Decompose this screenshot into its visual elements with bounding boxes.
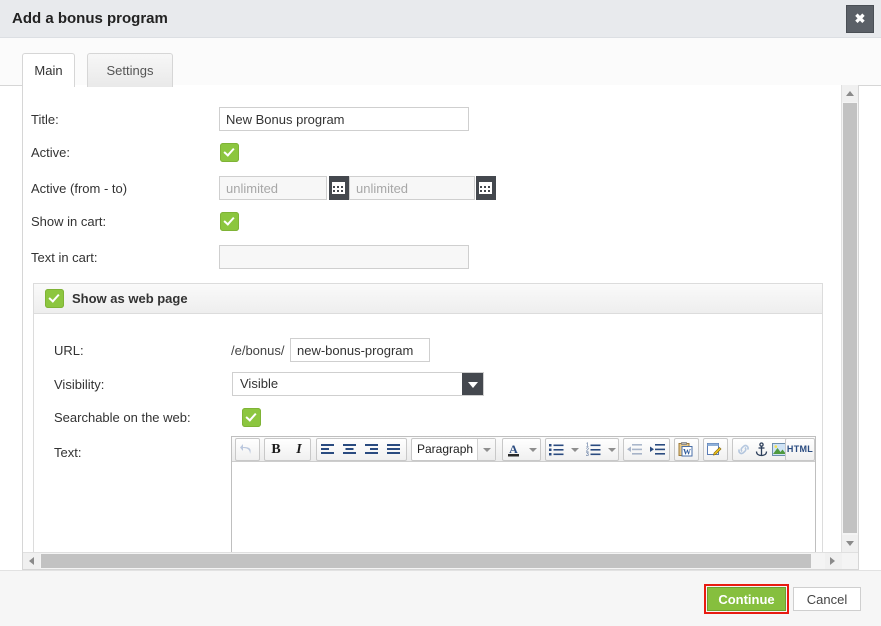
date-to-input[interactable] xyxy=(349,176,475,200)
active-range-label: Active (from - to) xyxy=(31,181,128,196)
dialog-titlebar: Add a bonus program ✖ xyxy=(0,0,881,38)
tab-settings[interactable]: Settings xyxy=(87,53,173,87)
html-source-button[interactable]: HTML xyxy=(786,439,814,460)
horizontal-scrollbar[interactable] xyxy=(23,552,858,569)
toolbar-group-color: A xyxy=(502,438,541,461)
edit-source-icon[interactable] xyxy=(704,439,726,460)
text-color-dropdown-icon[interactable] xyxy=(526,439,539,460)
show-in-cart-checkbox[interactable] xyxy=(220,212,239,231)
text-color-icon[interactable]: A xyxy=(503,439,525,460)
toolbar-group-paste: W xyxy=(674,438,699,461)
vertical-scroll-thumb[interactable] xyxy=(843,103,857,533)
tab-strip: Main Settings xyxy=(0,38,881,88)
url-slug-input[interactable] xyxy=(290,338,430,362)
text-label: Text: xyxy=(54,445,82,460)
active-label: Active: xyxy=(31,145,71,160)
form-content: Title: Active: Active (from - to) xyxy=(23,85,842,552)
web-page-section-header: Show as web page xyxy=(34,284,822,314)
cancel-button[interactable]: Cancel xyxy=(793,587,861,611)
indent-icon[interactable] xyxy=(647,439,669,460)
align-right-icon[interactable] xyxy=(361,439,383,460)
italic-icon[interactable]: I xyxy=(288,439,310,460)
show-in-cart-label: Show in cart: xyxy=(31,214,107,229)
toolbar-group-source xyxy=(703,438,728,461)
show-as-web-page-label: Show as web page xyxy=(72,291,188,306)
svg-text:W: W xyxy=(683,448,691,457)
close-button[interactable]: ✖ xyxy=(846,5,874,33)
toolbar-group-align xyxy=(316,438,407,461)
paste-from-word-icon[interactable]: W xyxy=(675,439,697,460)
calendar-from-icon[interactable] xyxy=(329,176,349,200)
visibility-label: Visibility: xyxy=(54,377,105,392)
scroll-down-icon[interactable] xyxy=(842,535,858,552)
bold-icon[interactable]: B xyxy=(265,439,287,460)
svg-text:3: 3 xyxy=(586,452,589,457)
toolbar-group-indent xyxy=(623,438,670,461)
continue-button[interactable]: Continue xyxy=(707,587,786,611)
toolbar-group-lists: 123 xyxy=(545,438,619,461)
svg-text:A: A xyxy=(509,442,518,456)
align-left-icon[interactable] xyxy=(317,439,339,460)
bullet-list-dropdown-icon[interactable] xyxy=(568,439,581,460)
scroll-left-icon[interactable] xyxy=(23,553,40,569)
url-prefix: /e/bonus/ xyxy=(231,343,285,358)
date-from-input[interactable] xyxy=(219,176,327,200)
numbered-list-dropdown-icon[interactable] xyxy=(605,439,618,460)
text-in-cart-label: Text in cart: xyxy=(31,250,98,265)
align-justify-icon[interactable] xyxy=(383,439,405,460)
searchable-checkbox[interactable] xyxy=(242,408,261,427)
undo-icon[interactable] xyxy=(236,439,258,460)
url-label: URL: xyxy=(54,343,84,358)
editor-toolbar: B I Paragraph A 1 2 3 W HTML xyxy=(232,437,815,462)
tab-settings-label: Settings xyxy=(106,63,154,78)
title-input[interactable] xyxy=(219,107,469,131)
text-in-cart-input[interactable] xyxy=(219,245,469,269)
vertical-scrollbar[interactable] xyxy=(841,85,858,552)
form-panel: Title: Active: Active (from - to) xyxy=(22,85,859,570)
toolbar-group-style: B I xyxy=(264,438,311,461)
searchable-label: Searchable on the web: xyxy=(54,410,191,425)
numbered-list-icon[interactable]: 123 xyxy=(583,439,605,460)
rich-text-editor: B I Paragraph A 1 2 3 W HTML xyxy=(231,436,816,552)
outdent-icon[interactable] xyxy=(624,439,646,460)
align-center-icon[interactable] xyxy=(339,439,361,460)
editor-content-area[interactable] xyxy=(232,463,815,552)
format-select-value: Paragraph xyxy=(417,442,474,456)
visibility-selected-value: Visible xyxy=(240,376,279,391)
toolbar-group-history xyxy=(235,438,260,461)
dialog-title: Add a bonus program xyxy=(12,10,168,27)
tab-main-label: Main xyxy=(34,63,63,78)
format-select[interactable]: Paragraph xyxy=(411,438,496,461)
scroll-right-icon[interactable] xyxy=(825,553,842,569)
chevron-down-icon[interactable] xyxy=(462,373,483,395)
horizontal-scroll-thumb[interactable] xyxy=(41,554,811,568)
calendar-to-icon[interactable] xyxy=(476,176,496,200)
active-checkbox[interactable] xyxy=(220,143,239,162)
chevron-down-icon[interactable] xyxy=(477,439,495,460)
toolbar-group-html: HTML xyxy=(785,438,815,461)
title-label: Title: xyxy=(31,112,59,127)
close-icon: ✖ xyxy=(854,11,866,26)
continue-button-highlight: Continue xyxy=(704,584,789,614)
show-as-web-page-section: Show as web page URL: /e/bonus/ Visibili… xyxy=(33,283,823,552)
bullet-list-icon[interactable] xyxy=(546,439,568,460)
scroll-up-icon[interactable] xyxy=(842,85,858,102)
tab-main[interactable]: Main xyxy=(22,53,75,88)
visibility-select[interactable]: Visible xyxy=(232,372,484,396)
dialog-footer: Continue Cancel xyxy=(0,570,881,626)
add-bonus-program-dialog: Add a bonus program ✖ Main Settings Titl… xyxy=(0,0,881,626)
show-as-web-page-checkbox[interactable] xyxy=(45,289,64,308)
